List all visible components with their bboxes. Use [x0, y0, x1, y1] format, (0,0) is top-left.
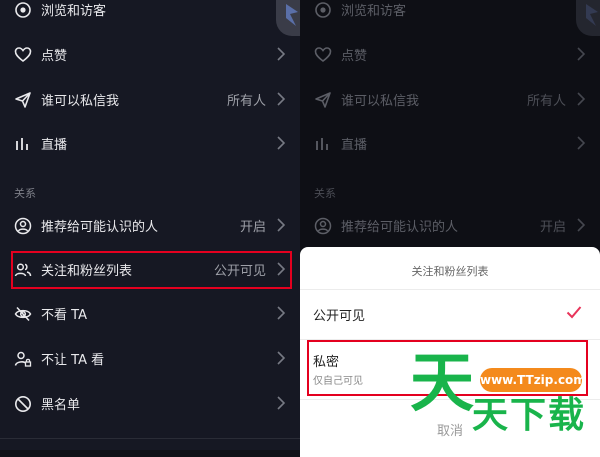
row-live[interactable]: 直播 [0, 122, 300, 166]
row-browse-visitors: 浏览和访客 [300, 0, 600, 32]
section-relation-label: 关系 [314, 187, 336, 200]
section-relation-label: 关系 [14, 187, 36, 200]
eye-icon [14, 1, 32, 19]
settings-pane-left: 浏览和访客 点赞 谁可以私信我 所有人 直播 关系 推荐给可能认识的人 开启 关… [0, 0, 300, 450]
row-label: 浏览和访客 [341, 4, 407, 19]
option-public[interactable]: 公开可见 [313, 305, 365, 324]
heart-icon [14, 46, 32, 64]
user-circle-icon [314, 217, 332, 235]
send-icon [14, 91, 32, 109]
row-who-can-message[interactable]: 谁可以私信我 所有人 [0, 78, 300, 122]
watermark-url: www.TTzip.com [480, 368, 586, 392]
row-live: 直播 [300, 122, 600, 166]
row-likes[interactable]: 点赞 [0, 33, 300, 77]
user-circle-icon [14, 217, 32, 235]
sheet-title: 关注和粉丝列表 [411, 265, 489, 278]
row-browse-visitors[interactable]: 浏览和访客 [0, 0, 300, 32]
row-label: 浏览和访客 [41, 4, 107, 19]
row-label: 点赞 [341, 49, 368, 64]
chevron-right-icon [277, 136, 285, 150]
send-icon [314, 91, 332, 109]
row-label: 不看 TA [41, 308, 87, 323]
avatar [276, 0, 300, 36]
block-icon [14, 395, 32, 413]
chevron-right-icon [277, 218, 285, 232]
watermark-text: 天下载 [472, 395, 587, 436]
chevron-right-icon [277, 396, 285, 410]
bars-icon [314, 135, 332, 153]
bars-icon [14, 135, 32, 153]
row-blacklist[interactable]: 黑名单 [0, 382, 300, 426]
row-label: 直播 [341, 138, 368, 153]
divider [0, 438, 300, 439]
row-value: 开启 [539, 220, 566, 235]
row-who-can-message: 谁可以私信我 所有人 [300, 78, 600, 122]
chevron-right-icon [277, 306, 285, 320]
row-label: 推荐给可能认识的人 [341, 220, 459, 235]
row-value: 开启 [239, 220, 266, 235]
divider [300, 289, 600, 290]
row-label: 谁可以私信我 [341, 94, 420, 109]
row-label: 点赞 [41, 49, 68, 64]
chevron-right-icon [277, 92, 285, 106]
eye-off-icon [14, 305, 32, 323]
heart-icon [314, 46, 332, 64]
checkmark-icon [566, 306, 582, 319]
row-label: 谁可以私信我 [41, 94, 120, 109]
row-label: 不让 TA 看 [41, 353, 105, 368]
chevron-right-icon [577, 218, 585, 232]
watermark-logo-char: 天 [410, 347, 474, 421]
row-block-ta-viewing[interactable]: 不让 TA 看 [0, 337, 300, 381]
row-likes: 点赞 [300, 33, 600, 77]
row-recommend-people[interactable]: 推荐给可能认识的人 开启 [0, 204, 300, 248]
user-lock-icon [14, 350, 32, 368]
chevron-right-icon [577, 47, 585, 61]
chevron-right-icon [577, 136, 585, 150]
row-value: 所有人 [226, 94, 266, 109]
highlight-box [11, 251, 292, 289]
row-label: 推荐给可能认识的人 [41, 220, 159, 235]
chevron-right-icon [577, 92, 585, 106]
row-recommend-people: 推荐给可能认识的人 开启 [300, 204, 600, 248]
row-hide-ta[interactable]: 不看 TA [0, 292, 300, 336]
chevron-right-icon [277, 47, 285, 61]
chevron-right-icon [277, 351, 285, 365]
eye-icon [314, 1, 332, 19]
avatar [576, 0, 600, 36]
row-label: 直播 [41, 138, 68, 153]
row-label: 黑名单 [41, 398, 81, 413]
row-value: 所有人 [526, 94, 566, 109]
